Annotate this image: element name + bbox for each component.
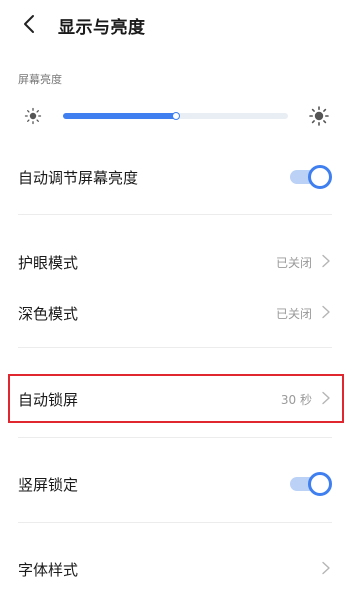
highlight-annotation-box [8,374,344,423]
eye-protection-label: 护眼模式 [18,254,79,272]
header-bar: 显示与亮度 [0,0,350,50]
page-title: 显示与亮度 [58,18,146,38]
chevron-right-icon [320,305,332,319]
auto-brightness-toggle[interactable] [290,165,332,189]
font-style-row[interactable]: 字体样式 [0,547,350,589]
chevron-right-icon [320,254,332,268]
portrait-lock-label: 竖屏锁定 [18,476,79,494]
brightness-slider-thumb[interactable] [171,112,180,120]
brightness-slider[interactable] [63,112,288,120]
brightness-section-label: 屏幕亮度 [18,73,62,86]
eye-protection-row[interactable]: 护眼模式 已关闭 [0,240,350,282]
dark-mode-row[interactable]: 深色模式 已关闭 [0,291,350,333]
chevron-right-icon [320,561,332,575]
brightness-control [0,100,350,132]
font-style-label: 字体样式 [18,561,79,579]
auto-brightness-label: 自动调节屏幕亮度 [18,169,139,187]
auto-brightness-row[interactable]: 自动调节屏幕亮度 [0,155,350,197]
section-divider [18,437,332,438]
eye-protection-status: 已关闭 [275,256,312,270]
section-divider [18,214,332,215]
sun-large-icon [308,105,330,127]
portrait-lock-row[interactable]: 竖屏锁定 [0,462,350,504]
section-divider [18,347,332,348]
brightness-slider-fill [63,113,176,119]
dark-mode-status: 已关闭 [275,307,312,321]
toggle-knob [308,165,332,189]
back-arrow-icon[interactable] [18,12,42,36]
dark-mode-label: 深色模式 [18,305,79,323]
sun-small-icon [22,105,44,127]
portrait-lock-toggle[interactable] [290,472,332,496]
section-divider [18,522,332,523]
toggle-knob [308,472,332,496]
